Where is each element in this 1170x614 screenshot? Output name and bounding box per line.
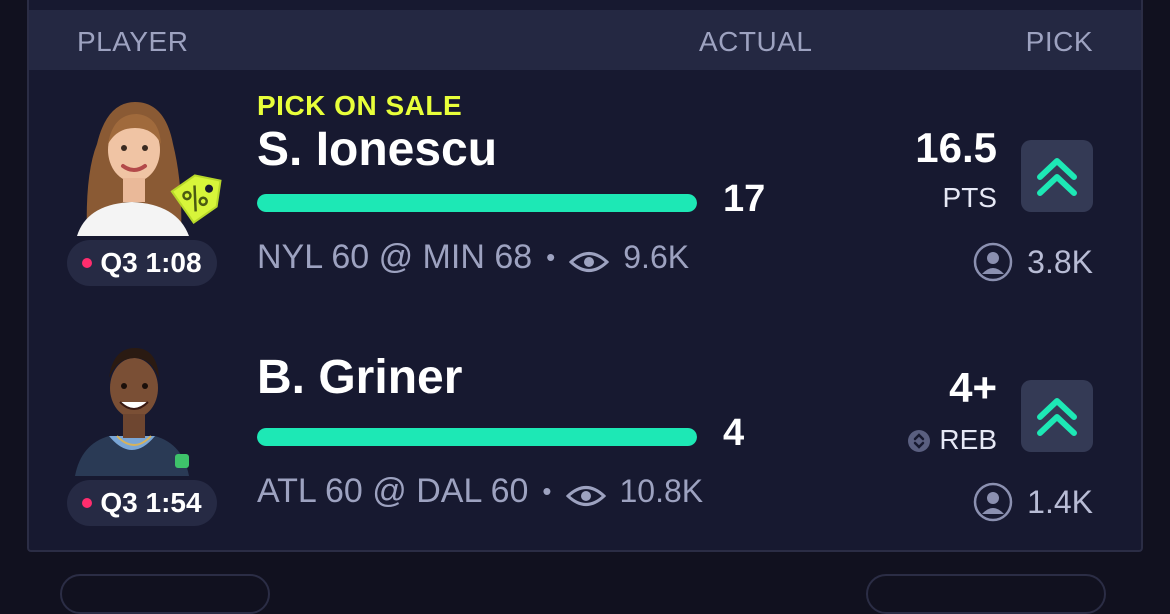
picks-count: 3.8K <box>973 242 1093 282</box>
eye-icon <box>569 245 610 272</box>
picks-card: PLAYER ACTUAL PICK Q3 1:08 PICK ON SALE … <box>27 0 1143 552</box>
line-value: 4+ <box>949 364 997 411</box>
user-icon <box>973 482 1013 522</box>
picks-number: 3.8K <box>1027 243 1093 280</box>
header-actual: ACTUAL <box>699 26 813 57</box>
swap-icon[interactable] <box>907 428 931 452</box>
bottom-button-right[interactable] <box>866 574 1106 614</box>
user-icon <box>973 242 1013 282</box>
player-avatar <box>57 324 207 476</box>
progress-fill <box>257 194 697 212</box>
stat-label: REB <box>907 424 997 456</box>
game-clock: Q3 1:08 <box>100 247 202 278</box>
picks-number: 1.4K <box>1027 483 1093 520</box>
bottom-button-left[interactable] <box>60 574 270 614</box>
player-name[interactable]: S. Ionescu <box>257 122 497 177</box>
sale-tag-icon <box>167 162 233 228</box>
stat-label: PTS <box>943 182 997 214</box>
progress-bar <box>257 194 697 212</box>
view-count: 9.6K <box>623 239 690 275</box>
sale-label: PICK ON SALE <box>257 90 463 121</box>
player-row[interactable]: Q3 1:54 B. Griner 4 ATL 60 @ DAL 60 • 10… <box>29 310 1141 550</box>
picks-count: 1.4K <box>973 482 1093 522</box>
stat-name: PTS <box>942 182 997 213</box>
actual-value: 17 <box>723 178 766 220</box>
view-count: 10.8K <box>619 473 704 509</box>
progress-bar <box>257 428 697 446</box>
game-clock: Q3 1:54 <box>100 487 202 518</box>
game-meta: NYL 60 @ MIN 68 • 9.6K <box>257 238 689 277</box>
stat-name: REB <box>939 424 997 455</box>
table-header: PLAYER ACTUAL PICK <box>29 10 1141 70</box>
progress-fill <box>257 428 697 446</box>
separator: • <box>546 242 556 272</box>
player-name[interactable]: B. Griner <box>257 350 462 405</box>
pick-more-button[interactable] <box>1021 140 1093 212</box>
actual-value: 4 <box>723 412 745 454</box>
eye-icon <box>565 479 606 506</box>
game-meta: ATL 60 @ DAL 60 • 10.8K <box>257 472 703 511</box>
game-score: ATL 60 @ DAL 60 <box>257 472 529 510</box>
line-value: 16.5 <box>915 124 997 171</box>
game-score: NYL 60 @ MIN 68 <box>257 238 533 276</box>
header-pick: PICK <box>1025 26 1093 57</box>
header-player: PLAYER <box>77 26 189 57</box>
pick-more-button[interactable] <box>1021 380 1093 452</box>
game-clock-badge: Q3 1:08 <box>67 240 217 286</box>
separator: • <box>542 476 552 506</box>
player-row[interactable]: Q3 1:08 PICK ON SALE S. Ionescu 17 NYL 6… <box>29 70 1141 310</box>
live-indicator-icon <box>82 258 93 268</box>
double-chevron-up-icon <box>1037 158 1077 196</box>
live-indicator-icon <box>82 498 93 508</box>
double-chevron-up-icon <box>1037 398 1077 436</box>
game-clock-badge: Q3 1:54 <box>67 480 217 526</box>
